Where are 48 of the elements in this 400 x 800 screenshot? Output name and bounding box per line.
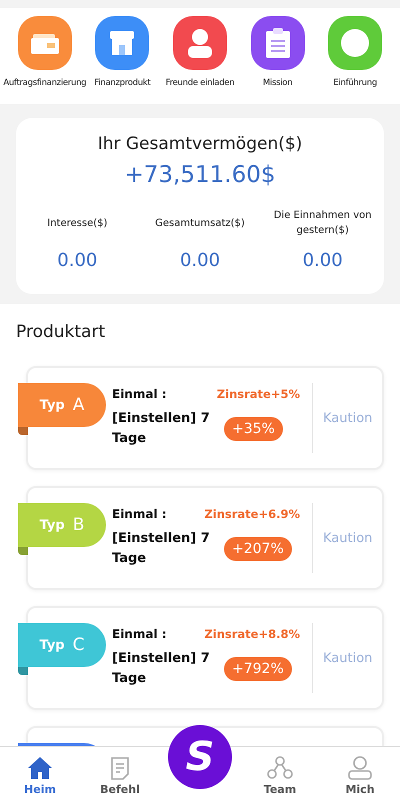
stat-label: Die Einnahmen von gestern($)	[272, 209, 373, 238]
type-word: Typ	[40, 518, 65, 532]
person-icon	[186, 28, 214, 58]
nav-tab[interactable]: Team	[240, 747, 320, 800]
stat-value: 0.00	[180, 250, 220, 271]
home-icon	[27, 756, 53, 780]
shortcut-tile[interactable]	[172, 16, 227, 70]
type-letter: A	[72, 395, 84, 415]
type-word: Typ	[40, 638, 65, 652]
stat-label: Gesamtumsatz($)	[155, 216, 245, 230]
assets-title: Ihr Gesamtvermögen($)	[98, 134, 302, 154]
interest-rate: Zinsrate+6.9%	[204, 507, 300, 521]
stat-value: 0.00	[302, 250, 343, 271]
wallet-icon	[30, 32, 59, 54]
stat-value: 0.00	[57, 250, 98, 271]
shortcut-tile[interactable]	[250, 16, 305, 70]
stat-label: Interesse($)	[47, 216, 108, 230]
nav-tab[interactable]: Befehl	[80, 747, 160, 800]
circle-icon	[340, 28, 370, 58]
shortcut-tile[interactable]	[95, 16, 150, 70]
nav-tab[interactable]: Heim	[0, 747, 80, 800]
shortcut-label: Mission	[262, 78, 292, 88]
interest-rate: Zinsrate+8.8%	[204, 627, 300, 641]
return-badge: +792%	[224, 657, 292, 681]
shortcut-label: Einführung	[333, 78, 377, 88]
total-assets: +73,511.60$	[124, 162, 276, 188]
return-badge: +207%	[224, 537, 292, 561]
user-icon	[347, 756, 373, 780]
clipboard-icon	[266, 28, 290, 58]
type-letter: B	[72, 515, 84, 535]
type-word: Typ	[40, 398, 65, 412]
term-label: [Einstellen] 7 Tage	[112, 530, 211, 568]
shortcut-tile[interactable]	[18, 16, 72, 70]
shortcut-label: Finanzprodukt	[94, 78, 150, 88]
return-badge: +35%	[224, 417, 283, 441]
shortcut-label: Freunde einladen	[166, 78, 234, 88]
team-icon	[267, 756, 293, 780]
shortcut-tile[interactable]	[328, 16, 382, 70]
nav-tab[interactable]: Mich	[320, 747, 400, 800]
shop-icon	[108, 29, 136, 57]
section-title: Produktart	[16, 322, 106, 342]
shortcut-label: Auftragsfinanzierung	[3, 78, 86, 88]
interest-rate: Zinsrate+5%	[216, 387, 300, 401]
center-s-button[interactable]: S	[168, 725, 232, 789]
term-label: [Einstellen] 7 Tage	[112, 650, 211, 688]
term-label: [Einstellen] 7 Tage	[112, 410, 211, 448]
document-icon	[110, 756, 130, 780]
type-letter: C	[72, 635, 84, 655]
